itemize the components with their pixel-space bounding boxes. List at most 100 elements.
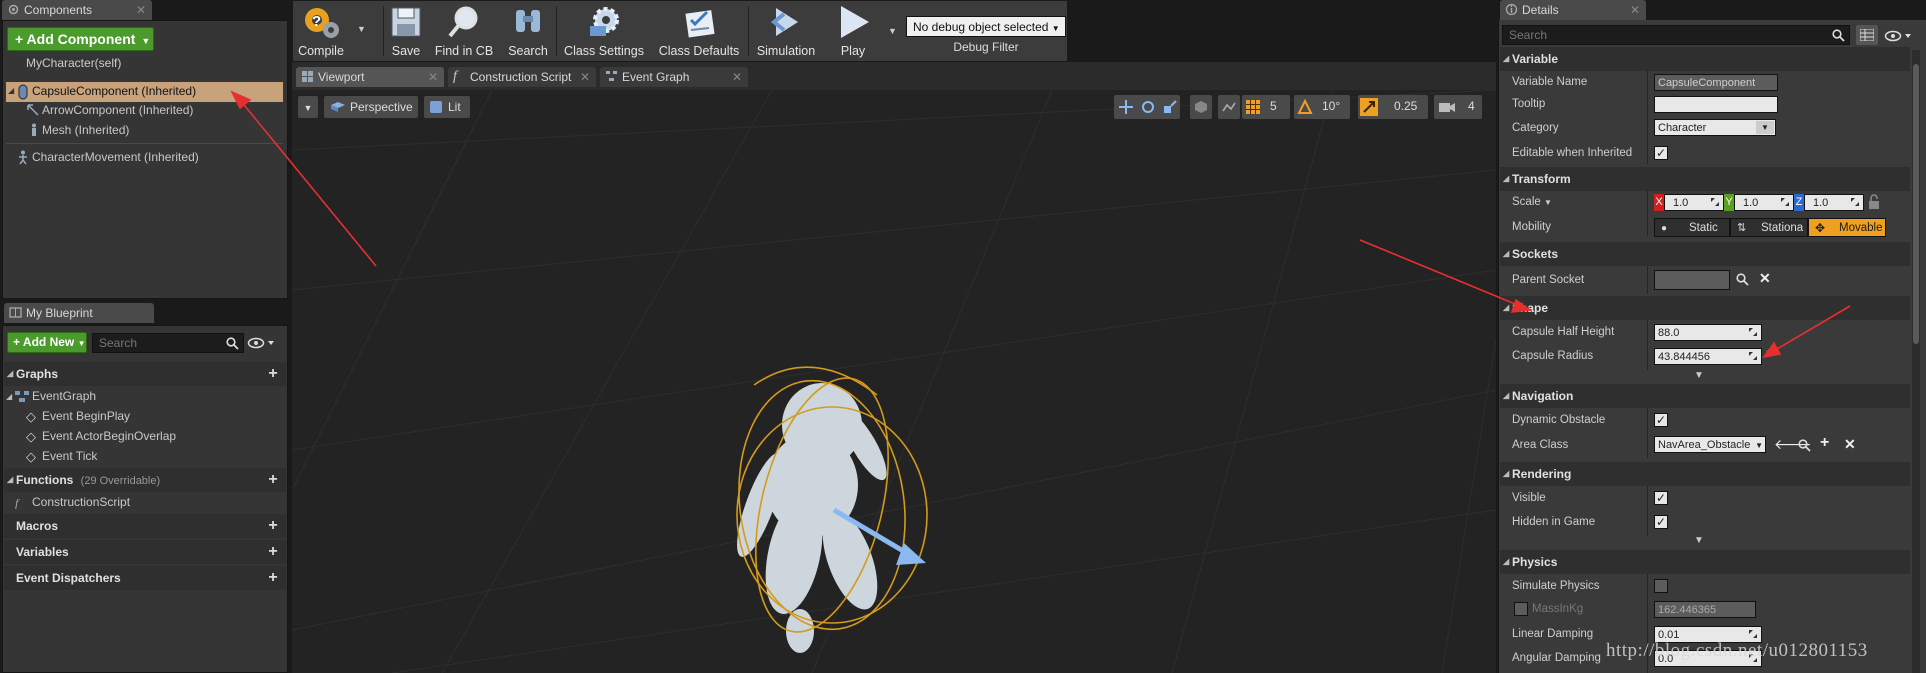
physics-section[interactable]: ◢ Physics xyxy=(1500,550,1910,574)
event-item-beginplay[interactable]: Event BeginPlay xyxy=(42,407,130,426)
editable-inherited-checkbox[interactable]: ✓ xyxy=(1654,146,1668,160)
scale-x-field[interactable]: 1.0 xyxy=(1664,194,1724,211)
world-local-toggle[interactable] xyxy=(1190,95,1212,119)
lock-icon[interactable] xyxy=(1868,194,1880,210)
search-button[interactable]: Search xyxy=(504,4,552,58)
rotate-icon[interactable] xyxy=(1140,99,1156,115)
play-button[interactable]: Play xyxy=(824,4,882,58)
hidden-in-game-checkbox[interactable]: ✓ xyxy=(1654,515,1668,529)
save-button[interactable]: Save xyxy=(386,4,426,58)
compile-dropdown-icon[interactable]: ▼ xyxy=(357,24,366,34)
scale-label[interactable]: Scale ▼ xyxy=(1512,193,1552,211)
browse-icon[interactable] xyxy=(1798,439,1811,452)
lit-button[interactable]: Lit xyxy=(424,96,470,118)
add-dispatcher-button[interactable]: + xyxy=(266,570,280,586)
property-matrix-button[interactable] xyxy=(1856,25,1878,45)
tooltip-field[interactable] xyxy=(1654,96,1778,113)
shape-section[interactable]: ◢ Shape xyxy=(1500,296,1910,320)
scale-z-field[interactable]: 1.0 xyxy=(1804,194,1864,211)
simulate-physics-checkbox[interactable] xyxy=(1654,579,1668,593)
component-item-mesh[interactable]: Mesh (Inherited) xyxy=(42,121,129,140)
tab-construction-script[interactable]: f Construction Script ✕ xyxy=(448,67,596,87)
component-self[interactable]: MyCharacter(self) xyxy=(26,54,121,73)
details-search-input[interactable]: Search xyxy=(1502,25,1850,45)
variable-section[interactable]: ◢ Variable xyxy=(1500,47,1910,71)
compile-button[interactable]: ? Compile xyxy=(296,4,346,58)
clear-icon[interactable]: ✕ xyxy=(1759,270,1771,287)
eye-icon[interactable] xyxy=(247,336,275,350)
clear-icon[interactable]: ✕ xyxy=(1844,436,1856,453)
graph-item-eventgraph[interactable]: EventGraph xyxy=(32,387,96,406)
eye-icon[interactable] xyxy=(1884,29,1914,43)
mobility-movable-button[interactable]: ✥ Movable xyxy=(1808,218,1886,237)
translate-icon[interactable] xyxy=(1118,99,1134,115)
add-graph-button[interactable]: + xyxy=(266,366,280,382)
close-icon[interactable]: ✕ xyxy=(580,67,590,87)
variables-section[interactable]: Variables + xyxy=(4,540,286,564)
add-variable-button[interactable]: + xyxy=(266,544,280,560)
area-class-select[interactable]: NavArea_Obstacle ▼ xyxy=(1654,436,1766,453)
dispatchers-section[interactable]: Event Dispatchers + xyxy=(4,566,286,590)
viewport-canvas[interactable] xyxy=(292,90,1496,673)
reset-to-default-icon[interactable]: ↶ xyxy=(1766,347,1774,358)
advanced-expand-icon[interactable]: ▼ xyxy=(1694,370,1704,381)
event-item-actorbeginoverlap[interactable]: Event ActorBeginOverlap xyxy=(42,427,176,446)
component-item-capsule[interactable]: CapsuleComponent (Inherited) xyxy=(32,82,196,101)
mobility-stationary-button[interactable]: ⇅ Stationa xyxy=(1730,218,1808,237)
debug-object-select[interactable]: No debug object selected ▼ xyxy=(906,16,1066,37)
visible-checkbox[interactable]: ✓ xyxy=(1654,491,1668,505)
find-in-cb-button[interactable]: Find in CB xyxy=(432,4,496,58)
tab-my-blueprint[interactable]: My Blueprint xyxy=(4,303,154,323)
component-item-charmovement[interactable]: CharacterMovement (Inherited) xyxy=(32,148,199,167)
navigation-section[interactable]: ◢ Navigation xyxy=(1500,384,1910,408)
tab-viewport[interactable]: Viewport ✕ xyxy=(296,67,444,87)
tab-details[interactable]: Details ✕ xyxy=(1500,0,1646,20)
scale-snap-group[interactable]: 0.25 xyxy=(1358,95,1428,119)
tab-components[interactable]: Components ✕ xyxy=(2,0,152,20)
close-icon[interactable]: ✕ xyxy=(428,67,438,87)
scrollbar-thumb[interactable] xyxy=(1913,64,1919,344)
tab-event-graph[interactable]: Event Graph ✕ xyxy=(600,67,748,87)
scale-icon[interactable] xyxy=(1162,99,1178,115)
component-item-arrow[interactable]: ArrowComponent (Inherited) xyxy=(42,101,193,120)
macros-section[interactable]: Macros + xyxy=(4,514,286,538)
close-icon[interactable]: ✕ xyxy=(136,0,146,20)
expand-arrow-icon[interactable]: ◢ xyxy=(8,86,14,95)
perspective-button[interactable]: Perspective xyxy=(324,96,418,118)
mobility-static-button[interactable]: ● Static xyxy=(1654,218,1730,237)
graphs-section[interactable]: ◢ Graphs + xyxy=(4,362,286,386)
event-item-tick[interactable]: Event Tick xyxy=(42,447,97,466)
capsule-half-height-field[interactable]: 88.0 xyxy=(1654,324,1762,341)
camera-speed-group[interactable]: 4 xyxy=(1434,95,1482,119)
play-dropdown-icon[interactable]: ▼ xyxy=(888,26,897,36)
simulation-button[interactable]: Simulation xyxy=(754,4,818,58)
add-function-button[interactable]: + xyxy=(266,472,280,488)
mass-override-checkbox[interactable] xyxy=(1514,602,1528,616)
rendering-section[interactable]: ◢ Rendering xyxy=(1500,462,1910,486)
close-icon[interactable]: ✕ xyxy=(732,67,742,87)
class-settings-button[interactable]: Class Settings xyxy=(562,4,646,58)
add-macro-button[interactable]: + xyxy=(266,518,280,534)
rotation-snap-group[interactable]: 10° xyxy=(1294,95,1350,119)
sockets-section[interactable]: ◢ Sockets xyxy=(1500,242,1910,266)
capsule-radius-field[interactable]: 43.844456 xyxy=(1654,348,1762,365)
class-defaults-button[interactable]: Class Defaults xyxy=(656,4,742,58)
parent-socket-field[interactable] xyxy=(1654,270,1730,290)
surface-snap-button[interactable] xyxy=(1218,95,1240,119)
add-icon[interactable]: + xyxy=(1820,434,1829,452)
close-icon[interactable]: ✕ xyxy=(1630,0,1640,20)
category-select[interactable]: Character ▼ xyxy=(1654,119,1776,136)
transform-section[interactable]: ◢ Transform xyxy=(1500,167,1910,191)
dynamic-obstacle-checkbox[interactable]: ✓ xyxy=(1654,413,1668,427)
advanced-expand-icon[interactable]: ▼ xyxy=(1694,535,1704,546)
variable-name-field[interactable]: CapsuleComponent xyxy=(1654,74,1778,91)
scale-y-field[interactable]: 1.0 xyxy=(1734,194,1794,211)
function-item-constructionscript[interactable]: ConstructionScript xyxy=(32,493,130,512)
expand-arrow-icon[interactable]: ◢ xyxy=(6,392,12,401)
details-scrollbar[interactable] xyxy=(1912,50,1920,673)
add-component-button[interactable]: + Add Component ▼ xyxy=(7,27,154,51)
add-new-button[interactable]: + Add New ▼ xyxy=(7,332,87,353)
search-icon[interactable] xyxy=(1736,273,1749,286)
blueprint-search-input[interactable]: Search xyxy=(92,333,244,353)
viewport-options-button[interactable]: ▼ xyxy=(298,96,318,118)
